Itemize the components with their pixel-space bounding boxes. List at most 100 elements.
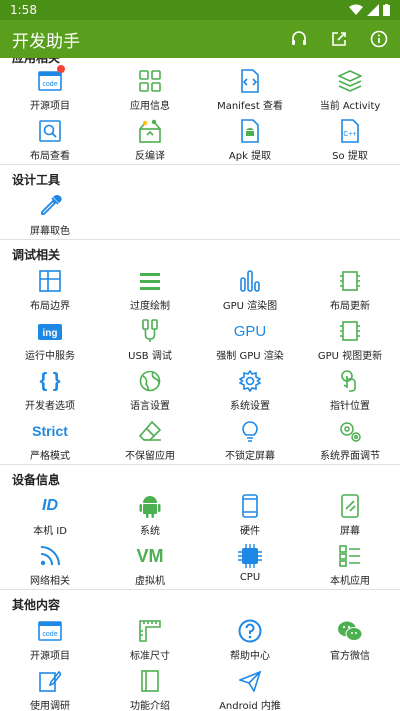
item-manifest[interactable]: Manifest 查看 xyxy=(200,64,300,114)
section-title: 其他内容 xyxy=(12,598,61,612)
item-strict-mode[interactable]: Strict 严格模式 xyxy=(0,414,100,464)
item-label: 标准尺寸 xyxy=(130,651,170,662)
item-cpu[interactable]: CPU xyxy=(200,539,300,589)
decompile-icon xyxy=(137,118,163,144)
item-dont-keep-apps[interactable]: 不保留应用 xyxy=(100,414,200,464)
headset-icon xyxy=(292,31,306,45)
item-label: 布局更新 xyxy=(330,301,370,312)
item-overdraw[interactable]: 过度绘制 xyxy=(100,264,200,314)
item-label: 指针位置 xyxy=(330,401,370,412)
item-force-gpu[interactable]: GPU 强制 GPU 渲染 xyxy=(200,314,300,364)
layout-update-icon xyxy=(337,268,363,294)
screen-icon xyxy=(337,493,363,519)
help-icon xyxy=(237,618,263,644)
app-list-icon xyxy=(337,543,363,569)
item-label: 当前 Activity xyxy=(319,101,381,112)
item-wechat[interactable]: 官方微信 xyxy=(300,614,400,664)
item-label: 反编译 xyxy=(135,151,165,162)
item-label: Manifest 查看 xyxy=(217,101,283,112)
share-icon xyxy=(332,32,346,46)
item-layout-view[interactable]: 布局查看 xyxy=(0,114,100,164)
id-icon: ID xyxy=(42,497,58,514)
new-badge xyxy=(57,65,65,73)
item-hardware[interactable]: 硬件 xyxy=(200,489,300,539)
item-decompile[interactable]: 反编译 xyxy=(100,114,200,164)
settings-icon xyxy=(237,368,263,394)
item-installed-apps[interactable]: 本机应用 xyxy=(300,539,400,589)
rss-icon xyxy=(37,543,63,569)
share-button[interactable] xyxy=(330,30,348,48)
item-vm[interactable]: VM 虚拟机 xyxy=(100,539,200,589)
item-stay-awake[interactable]: 不锁定屏幕 xyxy=(200,414,300,464)
item-label: 严格模式 xyxy=(30,451,70,462)
app-actions xyxy=(290,30,400,48)
book-icon xyxy=(137,668,163,694)
item-system[interactable]: 系统 xyxy=(100,489,200,539)
bulb-icon xyxy=(237,418,263,444)
headset-button[interactable] xyxy=(290,30,308,48)
section-other: 其他内容 code 开源项目 标准尺寸 帮助中心 官方微信 使用调研 功能介绍 … xyxy=(0,590,400,711)
item-screen[interactable]: 屏幕 xyxy=(300,489,400,539)
item-label: USB 调试 xyxy=(128,351,172,362)
status-bar: 1:58 xyxy=(0,0,400,20)
item-network[interactable]: 网络相关 xyxy=(0,539,100,589)
item-label: 运行中服务 xyxy=(25,351,75,362)
layers-icon xyxy=(337,68,363,94)
svg-text:C++: C++ xyxy=(343,131,356,138)
globe-icon xyxy=(137,368,163,394)
strict-icon: Strict xyxy=(32,423,68,439)
running-services-icon: ing xyxy=(37,318,63,344)
item-label: Android 内推 xyxy=(219,701,281,711)
item-device-id[interactable]: ID 本机 ID xyxy=(0,489,100,539)
svg-text:ing: ing xyxy=(43,328,58,339)
item-activity[interactable]: 当前 Activity xyxy=(300,64,400,114)
item-open-source-2[interactable]: code 开源项目 xyxy=(0,614,100,664)
item-gpu-view-update[interactable]: GPU 视图更新 xyxy=(300,314,400,364)
cpu-icon xyxy=(237,543,263,569)
item-help-center[interactable]: 帮助中心 xyxy=(200,614,300,664)
item-label: 过度绘制 xyxy=(130,301,170,312)
item-color-picker[interactable]: 屏幕取色 xyxy=(0,189,100,239)
item-app-info[interactable]: 应用信息 xyxy=(100,64,200,114)
item-standard-size[interactable]: 标准尺寸 xyxy=(100,614,200,664)
overdraw-icon xyxy=(137,268,163,294)
item-layout-bounds[interactable]: 布局边界 xyxy=(0,264,100,314)
item-feature-intro[interactable]: 功能介绍 xyxy=(100,664,200,711)
item-android-referral[interactable]: Android 内推 xyxy=(200,664,300,711)
item-label: 功能介绍 xyxy=(130,701,170,711)
item-apk-extract[interactable]: Apk 提取 xyxy=(200,114,300,164)
item-label: So 提取 xyxy=(332,151,368,162)
item-running-services[interactable]: ing 运行中服务 xyxy=(0,314,100,364)
content-scroll[interactable]: 应用相关 code 开源项目 应用信息 Manifest 查看 xyxy=(0,58,400,711)
item-label: 屏幕取色 xyxy=(30,226,70,237)
item-usb-debug[interactable]: USB 调试 xyxy=(100,314,200,364)
status-time: 1:58 xyxy=(10,3,37,17)
vm-icon: VM xyxy=(136,545,164,566)
item-label: 帮助中心 xyxy=(230,651,270,662)
item-pointer-location[interactable]: 指针位置 xyxy=(300,364,400,414)
ruler-icon xyxy=(137,618,163,644)
gpu-bars-icon xyxy=(237,268,263,294)
item-label: 强制 GPU 渲染 xyxy=(216,351,284,362)
item-system-ui-tuner[interactable]: 系统界面调节 xyxy=(300,414,400,464)
item-label: 开源项目 xyxy=(30,651,70,662)
item-gpu-profile[interactable]: GPU 渲染图 xyxy=(200,264,300,314)
item-layout-update[interactable]: 布局更新 xyxy=(300,264,400,314)
signal-icon xyxy=(367,4,379,16)
item-label: 开源项目 xyxy=(30,101,70,112)
item-developer-options[interactable]: { } 开发者选项 xyxy=(0,364,100,414)
item-language[interactable]: 语言设置 xyxy=(100,364,200,414)
item-label: 官方微信 xyxy=(330,651,370,662)
usb-icon xyxy=(137,318,163,344)
layout-search-icon xyxy=(37,118,63,144)
section-grid: code 开源项目 应用信息 Manifest 查看 当前 Activity 布… xyxy=(0,64,400,164)
item-system-settings[interactable]: 系统设置 xyxy=(200,364,300,414)
item-so-extract[interactable]: C++ So 提取 xyxy=(300,114,400,164)
info-button[interactable] xyxy=(370,30,388,48)
item-survey[interactable]: 使用调研 xyxy=(0,664,100,711)
pointer-icon xyxy=(337,368,363,394)
section-grid: 布局边界 过度绘制 GPU 渲染图 布局更新 ing 运行中服务 USB 调试 … xyxy=(0,264,400,464)
section-debug: 调试相关 布局边界 过度绘制 GPU 渲染图 布局更新 ing 运行中服务 US… xyxy=(0,240,400,465)
item-open-source[interactable]: code 开源项目 xyxy=(0,64,100,114)
wifi-icon xyxy=(349,4,363,15)
